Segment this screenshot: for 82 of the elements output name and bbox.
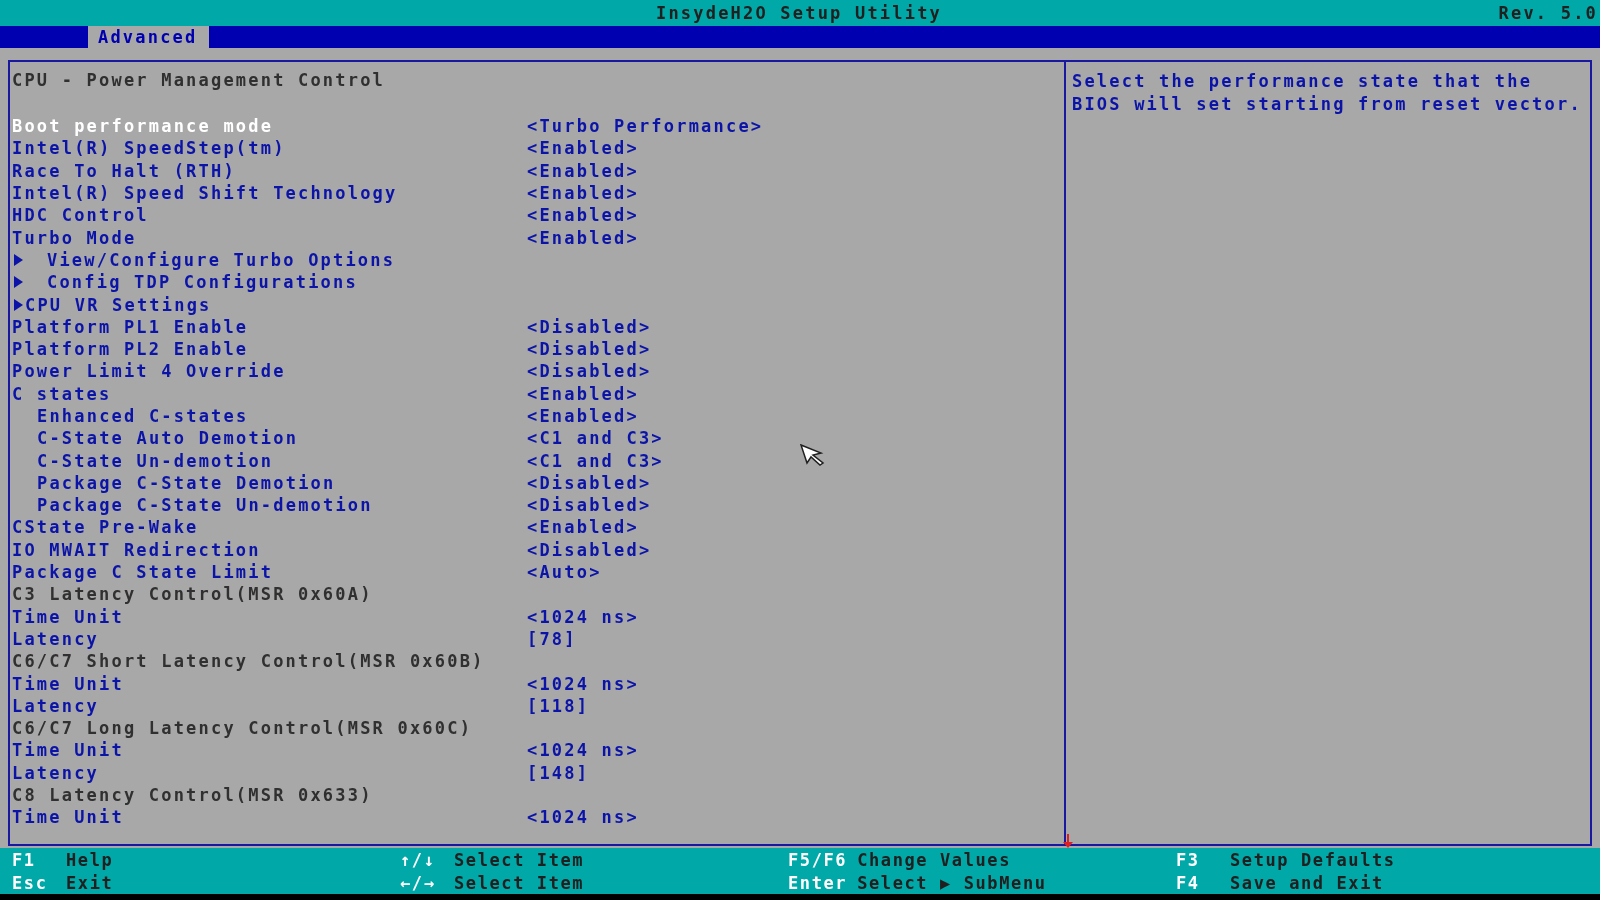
setting-label[interactable]: C-State Un-demotion	[37, 450, 527, 471]
setting-value[interactable]: <1024 ns>	[527, 673, 639, 694]
scroll-down-icon	[1063, 834, 1073, 848]
submenu-arrow-icon	[14, 276, 23, 289]
setting-label[interactable]: Platform PL2 Enable	[12, 339, 527, 360]
setting-label[interactable]: Platform PL1 Enable	[12, 316, 527, 337]
key-action: Setup Defaults	[1230, 849, 1396, 870]
key-action: Exit	[66, 872, 114, 893]
setting-value[interactable]: <Disabled>	[527, 539, 652, 560]
setting-label[interactable]: Time Unit	[12, 740, 527, 761]
submenu-item[interactable]: CPU VR Settings	[25, 294, 212, 315]
setting-label[interactable]: C-State Auto Demotion	[37, 428, 527, 449]
setting-label[interactable]: Package C-State Un-demotion	[37, 495, 527, 516]
key-label: F1	[12, 849, 37, 870]
setting-value[interactable]: <Disabled>	[527, 361, 652, 382]
setting-label[interactable]: CState Pre-Wake	[12, 517, 527, 538]
setting-value[interactable]: <Enabled>	[527, 138, 639, 159]
setting-label[interactable]: Power Limit 4 Override	[12, 361, 527, 382]
submenu-item[interactable]: Config TDP Configurations	[47, 272, 358, 293]
key-label: Esc	[12, 872, 49, 893]
setting-label[interactable]: C states	[12, 383, 527, 404]
setting-value[interactable]: <C1 and C3>	[527, 450, 664, 471]
key-action: Change Values	[857, 849, 1012, 870]
setting-label[interactable]: Package C-State Demotion	[37, 472, 527, 493]
key-action: Save and Exit	[1230, 872, 1384, 893]
key-label: ←/→	[400, 872, 437, 893]
setting-label[interactable]: Latency	[12, 695, 527, 716]
section-header: C6/C7 Short Latency Control(MSR 0x60B)	[12, 651, 485, 672]
setting-value[interactable]: <Enabled>	[527, 383, 639, 404]
key-action: Select ▶ SubMenu	[857, 872, 1047, 893]
setting-value[interactable]: [148]	[527, 762, 590, 783]
key-action: Select Item	[454, 872, 585, 893]
setting-value[interactable]: <Enabled>	[527, 406, 639, 426]
setting-label[interactable]: Package C State Limit	[12, 562, 527, 583]
submenu-arrow-icon	[14, 298, 23, 311]
setting-label[interactable]: Latency	[12, 628, 527, 649]
setting-label[interactable]: Race To Halt (RTH)	[12, 160, 527, 181]
setting-label[interactable]: Time Unit	[12, 606, 527, 627]
setting-label[interactable]: Turbo Mode	[12, 227, 527, 248]
submenu-arrow-icon	[14, 253, 23, 266]
help-text: Select the performance state that the BIOS will set starting from reset vector.	[1072, 70, 1583, 115]
setting-label[interactable]: Time Unit	[12, 807, 527, 828]
setting-label[interactable]: Enhanced C-states	[37, 406, 527, 426]
key-label: Enter	[788, 872, 848, 893]
setting-label[interactable]: Intel(R) Speed Shift Technology	[12, 183, 527, 204]
section-header: C3 Latency Control(MSR 0x60A)	[12, 584, 373, 605]
setting-value[interactable]: <Enabled>	[527, 183, 639, 204]
setting-label[interactable]: Latency	[12, 762, 527, 783]
key-action: Help	[66, 849, 114, 870]
revision-label: Rev. 5.0	[1497, 3, 1599, 23]
setting-value[interactable]: <Enabled>	[527, 227, 639, 248]
window-title: InsydeH2O Setup Utility	[656, 3, 942, 23]
setting-value[interactable]: <Disabled>	[527, 316, 652, 337]
setting-value[interactable]: [78]	[527, 628, 577, 649]
setting-value[interactable]: <1024 ns>	[527, 807, 639, 828]
page-title: CPU - Power Management Control	[12, 70, 387, 92]
setting-value[interactable]: <1024 ns>	[527, 740, 639, 761]
setting-label[interactable]: IO MWAIT Redirection	[12, 539, 527, 560]
setting-value[interactable]: <Enabled>	[527, 517, 639, 538]
setting-value[interactable]: <C1 and C3>	[527, 428, 664, 449]
setting-value[interactable]: <Enabled>	[527, 205, 639, 226]
setting-label[interactable]: HDC Control	[12, 205, 527, 226]
key-label: F4	[1176, 872, 1201, 893]
mouse-cursor-icon	[800, 444, 826, 466]
key-action: Select Item	[454, 849, 585, 870]
setting-label[interactable]: Intel(R) SpeedStep(tm)	[12, 138, 527, 159]
section-header: C6/C7 Long Latency Control(MSR 0x60C)	[12, 718, 473, 739]
setting-value[interactable]: <Disabled>	[527, 495, 652, 516]
submenu-item[interactable]: View/Configure Turbo Options	[47, 249, 396, 270]
setting-value[interactable]: <Disabled>	[527, 472, 652, 493]
setting-value[interactable]: <Turbo Performance>	[527, 116, 764, 137]
setting-value[interactable]: <Disabled>	[527, 339, 652, 360]
key-label: ↑/↓	[400, 849, 437, 870]
setting-value[interactable]: <1024 ns>	[527, 606, 639, 627]
key-label: F5/F6	[788, 849, 848, 870]
section-header: C8 Latency Control(MSR 0x633)	[12, 785, 373, 806]
key-label: F3	[1176, 849, 1201, 870]
setting-value[interactable]: [118]	[527, 695, 590, 716]
menu-tab[interactable]: Advanced	[88, 26, 210, 48]
setting-value[interactable]: <Enabled>	[527, 160, 639, 181]
setting-value[interactable]: <Auto>	[527, 562, 602, 583]
setting-label[interactable]: Time Unit	[12, 673, 527, 694]
